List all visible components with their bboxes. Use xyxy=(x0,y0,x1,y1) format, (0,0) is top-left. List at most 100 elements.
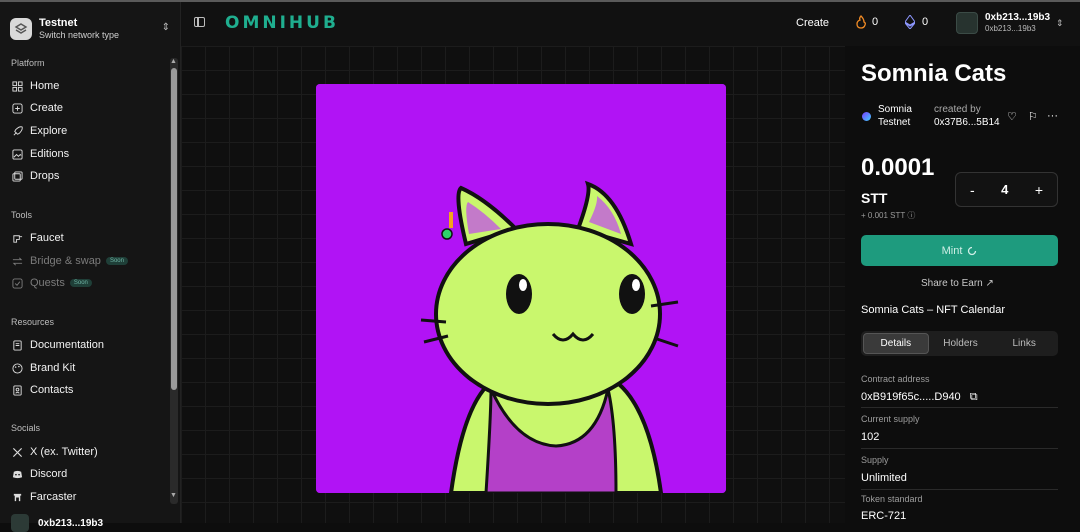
toggle-sidebar-icon[interactable] xyxy=(194,17,205,27)
plus-square-icon xyxy=(11,102,23,114)
tab-links[interactable]: Links xyxy=(992,333,1056,354)
section-title-tools: Tools xyxy=(11,210,33,220)
somnia-logo-icon xyxy=(862,112,871,121)
network-subtitle: Switch network type xyxy=(39,30,120,40)
sidebar-item-documentation[interactable]: Documentation xyxy=(11,336,104,354)
mint-button[interactable]: Mint xyxy=(861,235,1058,266)
account-menu[interactable]: 0xb213...19b3 0xb213...19b3 ⇕ xyxy=(956,12,1064,34)
sidebar-item-label: Farcaster xyxy=(30,491,77,503)
creator-address: 0x37B6...5B14 xyxy=(934,117,1000,128)
heart-icon[interactable]: ♡ xyxy=(1007,110,1017,123)
network-title: Testnet xyxy=(39,17,78,29)
loading-spinner-icon xyxy=(968,246,977,255)
sidebar-item-label: Editions xyxy=(30,148,70,160)
sidebar-scroll-thumb[interactable] xyxy=(171,68,177,390)
sidebar-item-label: Documentation xyxy=(30,339,104,351)
sidebar-item-label: Discord xyxy=(30,468,68,480)
nft-artwork-image[interactable] xyxy=(316,84,726,493)
external-link-icon: ↗ xyxy=(985,278,994,289)
image-icon xyxy=(11,148,23,160)
sidebar-item-editions[interactable]: Editions xyxy=(11,145,69,163)
section-title-platform: Platform xyxy=(11,58,45,68)
tab-holders[interactable]: Holders xyxy=(929,333,993,354)
sidebar-item-discord[interactable]: Discord xyxy=(11,465,67,483)
mint-label: Mint xyxy=(941,244,963,257)
divider xyxy=(861,489,1058,490)
fire-counter[interactable]: 0 xyxy=(855,15,878,29)
divider xyxy=(861,407,1058,408)
sidebar-item-label: Home xyxy=(30,80,60,92)
created-by-label: created by xyxy=(934,104,981,115)
network-switcher[interactable]: Testnet Switch network type ⇕ xyxy=(10,14,172,44)
sidebar-user[interactable]: 0xb213...19b3 xyxy=(11,514,103,532)
collection-name[interactable]: Somnia Cats – NFT Calendar xyxy=(861,304,1005,316)
detail-tabs: Details Holders Links xyxy=(861,331,1058,356)
avatar xyxy=(956,12,978,34)
current-supply-value: 102 xyxy=(861,431,880,443)
quantity-stepper: - 4 + xyxy=(955,172,1058,207)
divider xyxy=(861,448,1058,449)
supply-value: Unlimited xyxy=(861,472,907,484)
fire-count: 0 xyxy=(872,16,879,28)
x-icon xyxy=(11,446,23,458)
share-to-earn-link[interactable]: Share to Earn ↗ xyxy=(921,278,994,289)
book-icon xyxy=(11,339,23,351)
contacts-icon xyxy=(11,384,23,396)
more-icon[interactable]: ··· xyxy=(1047,110,1058,122)
sidebar: Testnet Switch network type ⇕ Platform H… xyxy=(0,2,181,532)
scroll-down-icon[interactable]: ▼ xyxy=(170,492,177,499)
sidebar-item-label: Create xyxy=(30,102,64,114)
sidebar-item-contacts[interactable]: Contacts xyxy=(11,381,73,399)
quantity-value[interactable]: 4 xyxy=(1001,182,1008,197)
contract-address-text: 0xB919f65c.....D940 xyxy=(861,391,961,403)
scroll-up-icon[interactable]: ▲ xyxy=(170,58,177,65)
sidebar-item-faucet[interactable]: Faucet xyxy=(11,229,64,247)
palette-icon xyxy=(11,362,23,374)
header-create-link[interactable]: Create xyxy=(796,17,829,29)
sidebar-item-brand-kit[interactable]: Brand Kit xyxy=(11,359,75,377)
sidebar-item-label: Drops xyxy=(30,170,60,182)
sidebar-item-label: Faucet xyxy=(30,232,64,244)
fire-icon xyxy=(856,15,866,29)
contract-address-label: Contract address xyxy=(861,374,930,384)
chain-name-line1: Somnia xyxy=(878,104,912,115)
creator-info[interactable]: created by 0x37B6...5B14 xyxy=(934,103,1000,129)
info-icon[interactable]: ⓘ xyxy=(907,211,915,220)
network-logo-icon xyxy=(10,18,32,40)
eth-counter[interactable]: 0 xyxy=(905,15,928,29)
sidebar-item-label: X (ex. Twitter) xyxy=(30,446,98,458)
contract-address-value[interactable]: 0xB919f65c.....D940 ⧉ xyxy=(861,391,978,404)
sidebar-item-label: Brand Kit xyxy=(30,362,76,374)
sidebar-item-explore[interactable]: Explore xyxy=(11,122,67,140)
tab-details[interactable]: Details xyxy=(863,333,929,354)
sidebar-item-x[interactable]: X (ex. Twitter) xyxy=(11,443,98,461)
soon-badge: Soon xyxy=(105,257,128,265)
current-supply-label: Current supply xyxy=(861,414,920,424)
price-value: 0.0001 xyxy=(861,154,935,181)
farcaster-icon xyxy=(11,491,23,503)
section-title-socials: Socials xyxy=(11,423,41,433)
images-icon xyxy=(11,170,23,182)
sidebar-item-label: Explore xyxy=(30,125,68,137)
decrement-button[interactable]: - xyxy=(970,182,975,198)
flag-icon[interactable]: ⚐ xyxy=(1028,110,1038,123)
fee-text: + 0.001 STT ⓘ xyxy=(861,210,915,221)
chain-name-line2: Testnet xyxy=(878,117,911,128)
increment-button[interactable]: + xyxy=(1035,182,1043,198)
check-square-icon xyxy=(11,277,23,289)
sidebar-item-create[interactable]: Create xyxy=(11,99,63,117)
eth-count: 0 xyxy=(922,16,929,28)
sidebar-item-farcaster[interactable]: Farcaster xyxy=(11,488,76,506)
brand-logo[interactable]: OMNIHUB xyxy=(225,13,339,33)
sidebar-item-drops[interactable]: Drops xyxy=(11,167,59,185)
token-standard-label: Token standard xyxy=(861,494,923,504)
chain-badge[interactable]: Somnia Testnet xyxy=(862,103,912,129)
sidebar-item-bridge-swap[interactable]: Bridge & swap Soon xyxy=(11,252,128,270)
account-sub-address: 0xb213...19b3 xyxy=(985,24,1036,33)
sidebar-item-quests[interactable]: Quests Soon xyxy=(11,274,92,292)
account-address: 0xb213...19b3 xyxy=(985,12,1051,23)
sidebar-item-label: Bridge & swap xyxy=(30,255,101,267)
sidebar-item-home[interactable]: Home xyxy=(11,77,59,95)
copy-icon[interactable]: ⧉ xyxy=(970,391,978,403)
discord-icon xyxy=(11,468,23,480)
